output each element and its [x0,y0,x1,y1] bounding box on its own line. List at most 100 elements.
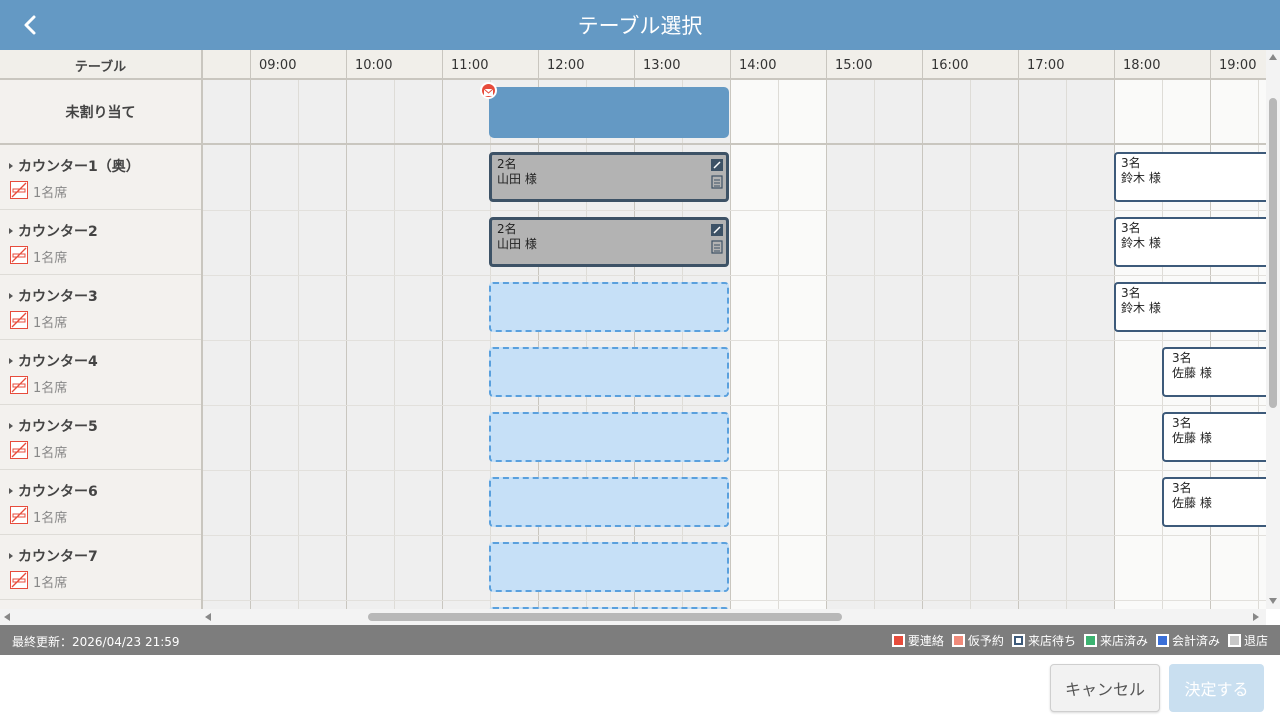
hour-line [1210,50,1211,80]
scroll-right-icon[interactable] [1253,613,1259,621]
expand-arrow-icon [9,163,13,169]
time-label: 09:00 [259,58,297,73]
row-separator [203,600,1266,601]
selection-slot[interactable] [489,477,729,527]
vertical-scroll-thumb[interactable] [1269,98,1277,408]
table-list: 未割り当て カウンター1（奥） 1名席 カウンター2 1名席 カウンター3 1名… [0,80,203,609]
horizontal-scrollbar[interactable] [0,609,1266,625]
table-row-label[interactable]: カウンター6 1名席 [0,470,201,535]
reservation-block[interactable]: 2名 山田 様 [489,217,729,267]
time-label: 18:00 [1123,58,1161,73]
legend-item: 来店待ち [1011,632,1076,649]
reservation-name: 山田 様 [497,237,537,251]
legend-item: 退店 [1227,632,1268,649]
no-smoking-icon [10,506,28,524]
row-separator [203,405,1266,406]
hour-line [346,80,347,609]
horizontal-scroll-thumb[interactable] [368,613,842,621]
memo-icon [711,240,723,254]
legend-item: 会計済み [1155,632,1220,649]
time-label: 10:00 [355,58,393,73]
reservation-name: 山田 様 [497,172,537,186]
half-hour-line [1066,80,1067,609]
half-hour-line [874,80,875,609]
legend-swatch [1011,634,1025,647]
hour-line [826,50,827,80]
table-column-header: テーブル [0,50,203,80]
time-label: 15:00 [835,58,873,73]
timeline-grid: テーブル 09:00 10:00 11:00 12:00 13:00 14:00… [0,50,1266,609]
row-separator [203,470,1266,471]
table-row-label[interactable]: カウンター5 1名席 [0,405,201,470]
legend-swatch [1227,634,1241,647]
time-label: 14:00 [739,58,777,73]
time-label: 13:00 [643,58,681,73]
expand-arrow-icon [9,553,13,559]
table-row-label[interactable]: カウンター2 1名席 [0,210,201,275]
legend-label: 来店済み [1099,634,1148,648]
last-update-text: 最終更新：2026/04/23 21:59 [12,635,180,649]
reservation-block[interactable]: 2名 山田 様 [489,152,729,202]
timeline-body[interactable]: 2名 山田 様 3名 鈴木 様 2名 山田 様 3名 鈴木 様 3名 鈴木 様 … [203,80,1266,609]
legend-label: 会計済み [1171,634,1220,648]
reservation-block[interactable]: 3名 鈴木 様 [1114,282,1266,332]
table-name: カウンター1（奥） [18,159,140,175]
reservation-party: 3名 [1172,481,1192,495]
time-header: 09:00 10:00 11:00 12:00 13:00 14:00 15:0… [203,50,1266,80]
reservation-party: 3名 [1121,156,1141,170]
confirm-button[interactable]: 決定する [1169,664,1264,712]
table-name: カウンター4 [18,354,98,370]
status-legend: 要連絡 仮予約 来店待ち 来店済み 会計済み 退店 [891,632,1268,649]
row-separator [203,340,1266,341]
hour-line [922,80,923,609]
reservation-block[interactable]: 3名 鈴木 様 [1114,217,1266,267]
hour-line [346,50,347,80]
hour-line [442,80,443,609]
legend-label: 来店待ち [1027,634,1076,648]
reservation-party: 3名 [1121,286,1141,300]
unassigned-reservation[interactable] [489,87,729,138]
scroll-left-icon[interactable] [205,613,211,621]
hour-line [730,80,731,609]
reservation-party: 3名 [1172,351,1192,365]
seat-count: 1名席 [33,446,68,461]
hour-line [826,80,827,609]
selection-slot[interactable] [489,282,729,332]
table-name: カウンター5 [18,419,98,435]
no-smoking-icon [10,246,28,264]
vertical-scrollbar[interactable] [1266,50,1280,609]
reservation-name: 鈴木 様 [1121,301,1161,315]
table-name: カウンター2 [18,224,98,240]
hour-line [1114,50,1115,80]
hour-line [250,80,251,609]
half-hour-line [778,80,779,609]
legend-swatch [1155,634,1169,647]
scroll-up-icon[interactable] [1269,54,1277,60]
reservation-block[interactable]: 3名 佐藤 様 [1162,412,1266,462]
table-row-label[interactable]: カウンター3 1名席 [0,275,201,340]
selection-slot[interactable] [489,412,729,462]
time-label: 12:00 [547,58,585,73]
table-row-label[interactable]: カウンター4 1名席 [0,340,201,405]
reservation-block[interactable]: 3名 佐藤 様 [1162,477,1266,527]
selection-slot[interactable] [489,542,729,592]
seat-count: 1名席 [33,186,68,201]
scroll-down-icon[interactable] [1269,598,1277,604]
seat-count: 1名席 [33,511,68,526]
half-hour-line [394,80,395,609]
no-smoking-icon [10,311,28,329]
table-row-label[interactable]: カウンター1（奥） 1名席 [0,145,201,210]
table-row-label[interactable]: カウンター7 1名席 [0,535,201,600]
expand-arrow-icon [9,423,13,429]
selection-slot[interactable] [489,347,729,397]
reservation-party: 2名 [497,222,517,236]
scroll-left-icon[interactable] [4,613,10,621]
reservation-block[interactable]: 3名 鈴木 様 [1114,152,1266,202]
reservation-block[interactable]: 3名 佐藤 様 [1162,347,1266,397]
hour-line [634,50,635,80]
reservation-party: 3名 [1172,416,1192,430]
time-label: 11:00 [451,58,489,73]
status-bar: 最終更新：2026/04/23 21:59 要連絡 仮予約 来店待ち 来店済み … [0,625,1280,655]
legend-item: 仮予約 [951,632,1004,649]
cancel-button[interactable]: キャンセル [1050,664,1160,712]
